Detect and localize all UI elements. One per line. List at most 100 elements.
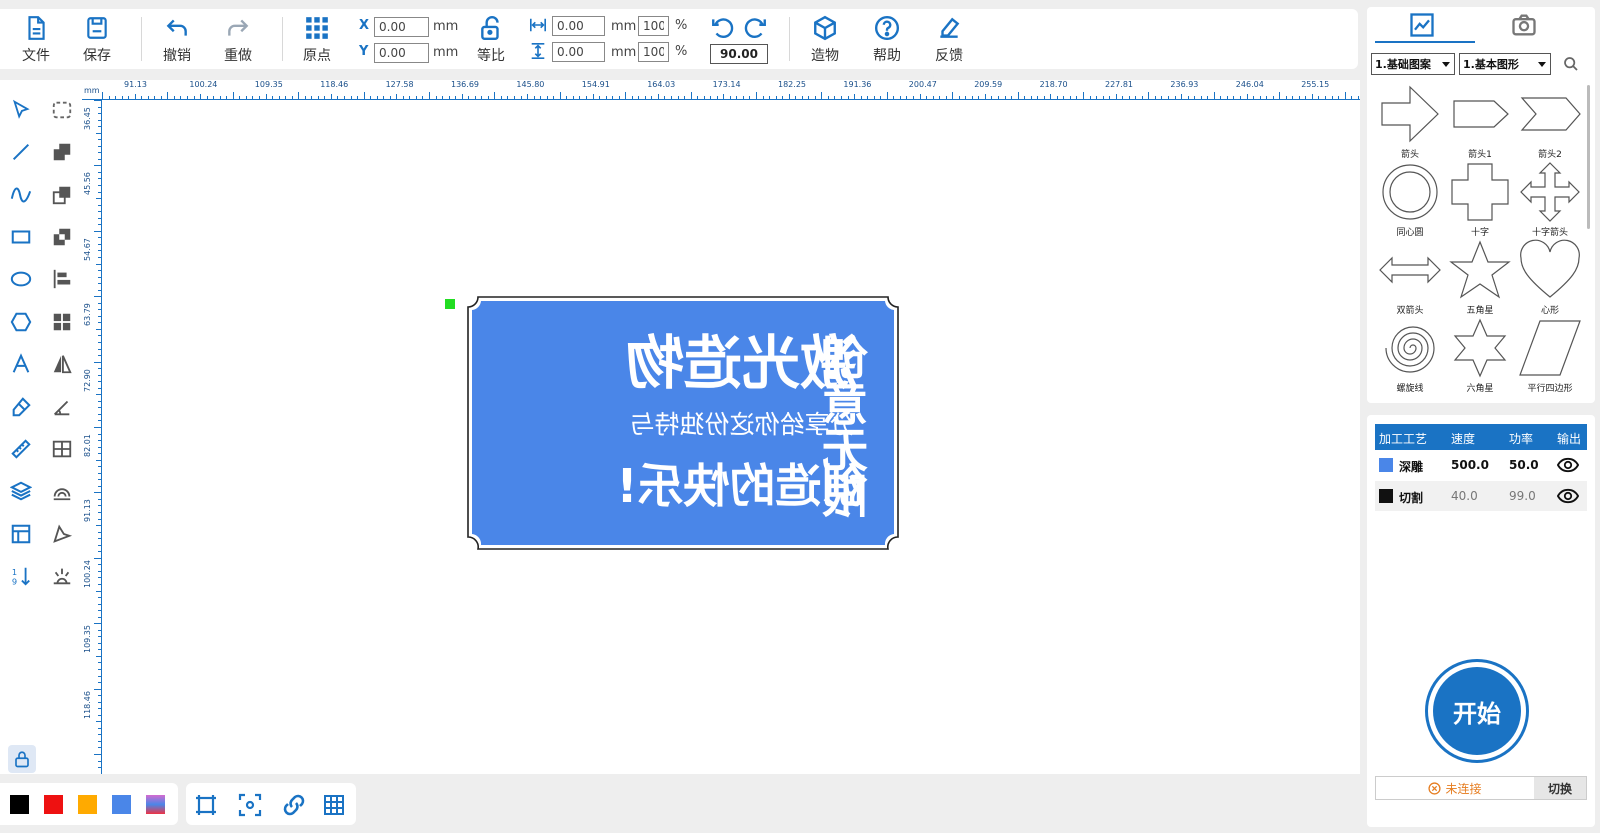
polygon-tool[interactable] bbox=[7, 308, 35, 336]
fit-frame-icon[interactable] bbox=[194, 793, 218, 817]
chart-tab-icon[interactable] bbox=[1407, 11, 1437, 39]
shape-six-star[interactable]: 六角星 bbox=[1445, 317, 1515, 397]
table-row[interactable]: 切割 40.0 99.0 bbox=[1375, 481, 1587, 511]
width-input[interactable] bbox=[552, 16, 605, 36]
color-swatch-black[interactable] bbox=[10, 795, 29, 814]
table-row[interactable]: 深雕 500.0 50.0 bbox=[1375, 450, 1587, 480]
text-tool[interactable] bbox=[7, 350, 35, 378]
eraser-icon bbox=[12, 397, 31, 417]
node-edit-tool[interactable] bbox=[48, 96, 76, 124]
engraving-design[interactable]: 激光造物 分享给你这份独特与 创造的快乐! 创意无限 bbox=[466, 296, 900, 550]
line-tool[interactable] bbox=[7, 138, 35, 166]
shape-arrow-2[interactable]: 箭头2 bbox=[1515, 83, 1585, 163]
ruler-tick-label: 72.90 bbox=[83, 368, 92, 392]
process-name: 切割 bbox=[1399, 491, 1424, 505]
intersect-icon bbox=[53, 228, 71, 246]
camera-tab-icon[interactable] bbox=[1509, 11, 1539, 39]
rotation-angle-input[interactable] bbox=[710, 44, 768, 64]
top-toolbar: 文件 保存 撤销 重做 原点 X mm Y mm 等比 bbox=[0, 9, 1358, 69]
process-speed: 500.0 bbox=[1451, 458, 1489, 472]
file-button[interactable]: 文件 bbox=[11, 15, 61, 67]
eraser-tool[interactable] bbox=[7, 393, 35, 421]
grid-four-icon bbox=[53, 313, 71, 331]
eye-icon[interactable] bbox=[1557, 487, 1579, 505]
origin-button[interactable]: 原点 bbox=[292, 15, 342, 67]
eye-icon[interactable] bbox=[1557, 456, 1579, 474]
ruler-tick bbox=[886, 92, 888, 100]
shape-double-arrow[interactable]: 双箭头 bbox=[1375, 239, 1445, 319]
create-label: 造物 bbox=[811, 48, 839, 64]
path-tool[interactable] bbox=[48, 520, 76, 548]
shape-spiral[interactable]: 螺旋线 bbox=[1375, 317, 1445, 397]
ellipse-tool[interactable] bbox=[7, 265, 35, 293]
create-button[interactable]: 造物 bbox=[800, 15, 850, 67]
redo-button[interactable]: 重做 bbox=[213, 15, 263, 67]
select-tool[interactable] bbox=[7, 96, 35, 124]
grid-icon[interactable] bbox=[322, 793, 346, 817]
union-tool[interactable] bbox=[48, 138, 76, 166]
shape-arrow[interactable]: 箭头 bbox=[1375, 83, 1445, 163]
array-tool[interactable] bbox=[48, 435, 76, 463]
start-button[interactable]: 开始 bbox=[1425, 659, 1529, 763]
color-swatch-orange[interactable] bbox=[78, 795, 97, 814]
shape-cross-arrow[interactable]: 十字箭头 bbox=[1515, 161, 1585, 241]
shape-concentric-circle[interactable]: 同心圆 bbox=[1375, 161, 1445, 241]
measure-tool[interactable] bbox=[7, 435, 35, 463]
subcategory-select[interactable]: 1.基本图形 bbox=[1459, 53, 1551, 75]
subtract-tool[interactable] bbox=[48, 181, 76, 209]
save-button[interactable]: 保存 bbox=[72, 15, 122, 67]
selection-handle[interactable] bbox=[445, 299, 455, 309]
height-unit: mm bbox=[611, 45, 637, 60]
height-input[interactable] bbox=[552, 42, 605, 62]
height-percent-input[interactable] bbox=[638, 42, 669, 62]
shape-heart[interactable]: 心形 bbox=[1515, 239, 1585, 319]
link-icon[interactable] bbox=[282, 793, 306, 817]
align-tool[interactable] bbox=[48, 265, 76, 293]
color-swatch-gradient[interactable] bbox=[146, 795, 165, 814]
ruler-tick bbox=[94, 361, 102, 363]
category-select[interactable]: 1.基础图案 bbox=[1371, 53, 1455, 75]
canvas-lock-button[interactable] bbox=[8, 745, 36, 773]
shape-cross[interactable]: 十字 bbox=[1445, 161, 1515, 241]
search-icon[interactable] bbox=[1563, 56, 1579, 72]
rectangle-tool[interactable] bbox=[7, 223, 35, 251]
group-tool[interactable] bbox=[48, 308, 76, 336]
shape-five-star[interactable]: 五角星 bbox=[1445, 239, 1515, 319]
layout-tool[interactable] bbox=[7, 520, 35, 548]
x-position-input[interactable] bbox=[374, 17, 429, 37]
width-percent-input[interactable] bbox=[638, 16, 669, 36]
design-canvas[interactable]: 激光造物 分享给你这份独特与 创造的快乐! 创意无限 bbox=[102, 100, 1360, 774]
feedback-button[interactable]: 反馈 bbox=[924, 15, 974, 67]
five-star-icon bbox=[1449, 240, 1511, 299]
shape-arrow-1[interactable]: 箭头1 bbox=[1445, 83, 1515, 163]
mirror-tool[interactable] bbox=[48, 350, 76, 378]
library-scrollbar[interactable] bbox=[1587, 85, 1590, 229]
switch-button[interactable]: 切换 bbox=[1534, 777, 1586, 799]
color-swatch-blue[interactable] bbox=[112, 795, 131, 814]
rotate-right-icon[interactable] bbox=[742, 15, 768, 41]
process-name: 深雕 bbox=[1399, 460, 1424, 474]
redo-icon bbox=[228, 19, 249, 36]
angle-tool[interactable] bbox=[48, 393, 76, 421]
intersect-tool[interactable] bbox=[48, 223, 76, 251]
rotate-left-icon[interactable] bbox=[710, 15, 736, 41]
arrow-tag-icon bbox=[1453, 100, 1509, 128]
ruler-tick-label: 182.25 bbox=[778, 80, 806, 89]
sort-tool[interactable]: 19 bbox=[7, 562, 35, 590]
layers-tool[interactable] bbox=[7, 477, 35, 505]
y-position-input[interactable] bbox=[374, 43, 429, 63]
laser-tool[interactable] bbox=[48, 562, 76, 590]
shape-parallelogram[interactable]: 平行四边形 bbox=[1515, 317, 1585, 397]
undo-button[interactable]: 撤销 bbox=[152, 15, 202, 67]
ruler-tick bbox=[232, 92, 234, 100]
ruler-tick-label: 36.45 bbox=[83, 107, 92, 130]
ratio-lock-button[interactable]: 等比 bbox=[466, 15, 516, 67]
offset-tool[interactable] bbox=[48, 477, 76, 505]
color-swatch-red[interactable] bbox=[44, 795, 63, 814]
curve-tool[interactable] bbox=[7, 181, 35, 209]
ruler-tick-label: 173.14 bbox=[712, 80, 741, 89]
help-button[interactable]: 帮助 bbox=[862, 15, 912, 67]
ruler-tick bbox=[94, 296, 102, 298]
zoom-selection-icon[interactable] bbox=[238, 793, 262, 817]
help-label: 帮助 bbox=[873, 48, 901, 64]
